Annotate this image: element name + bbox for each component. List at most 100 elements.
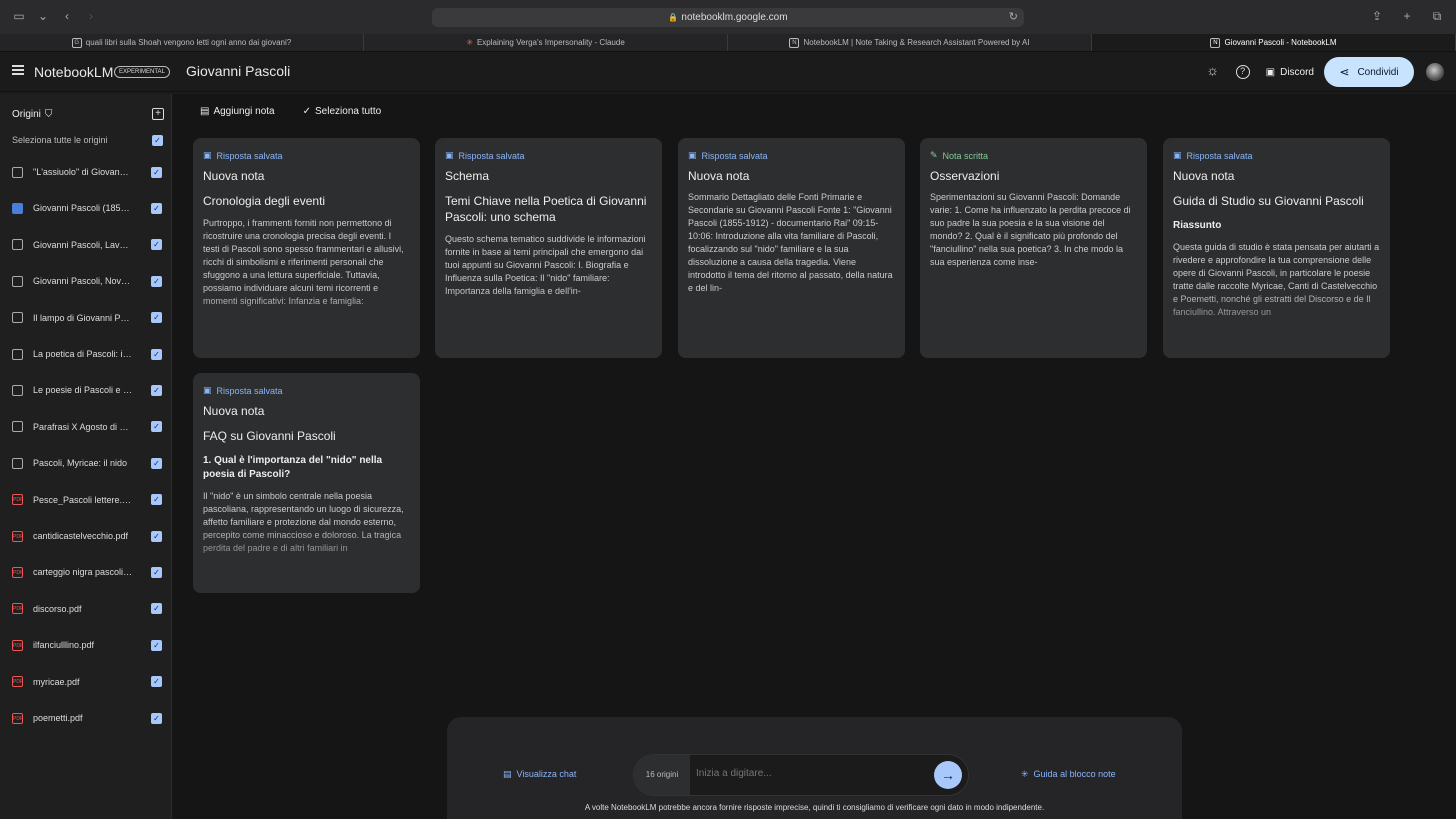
source-checkbox[interactable]: ✓ xyxy=(151,457,162,469)
note-title: Nuova nota xyxy=(203,169,265,183)
share-icon[interactable]: ⇪ xyxy=(1370,9,1384,23)
address-bar[interactable]: 🔒 notebooklm.google.com ↻ xyxy=(432,8,1024,27)
browser-tab[interactable]: ✳ Explaining Verga's Impersonality - Clau… xyxy=(364,34,728,51)
source-item[interactable]: PDF poemetti.pdf ✓ xyxy=(12,710,162,726)
note-card[interactable]: ▣ Risposta salvata Schema Temi Chiave nella… xyxy=(435,138,662,358)
source-item[interactable]: Pascoli, Myricae: il nido ✓ xyxy=(12,455,162,471)
browser-tab[interactable]: Gquali libri sulla Shoah vengono letti o… xyxy=(0,34,364,51)
reload-icon[interactable]: ↻ xyxy=(1009,8,1018,27)
sources-sidebar: Origini ⛉ + Seleziona tutte le origini ✓ … xyxy=(0,94,172,819)
note-card[interactable]: ▣ Risposta salvata Nuova nota FAQ su Giovan… xyxy=(193,373,420,593)
notebooklm-icon: N xyxy=(1210,37,1221,48)
chat-input-container: 16 origini → xyxy=(633,754,969,796)
source-checkbox[interactable]: ✓ xyxy=(151,712,162,724)
saved-response-icon: ▣ xyxy=(688,150,697,160)
menu-icon[interactable] xyxy=(12,65,24,75)
source-item[interactable]: Il lampo di Giovanni Pascoli ✓ xyxy=(12,310,162,326)
chat-panel: ▤ Visualizza chat 16 origini → ✳ Guida al … xyxy=(447,717,1182,819)
source-checkbox[interactable]: ✓ xyxy=(151,348,162,360)
forward-icon[interactable]: › xyxy=(84,9,98,23)
source-checkbox[interactable]: ✓ xyxy=(151,421,162,433)
saved-response-icon: ▣ xyxy=(203,150,212,160)
pdf-icon: PDF xyxy=(12,603,23,615)
note-card[interactable]: ▣ Risposta salvata Nuova nota Cronologia de… xyxy=(193,138,420,358)
browser-tabs: Gquali libri sulla Shoah vengono letti o… xyxy=(0,34,1456,52)
source-checkbox[interactable]: ✓ xyxy=(151,530,162,542)
add-note-button[interactable]: ▤ Aggiungi nota xyxy=(200,106,275,117)
note-card[interactable]: ▣ Risposta salvata Nuova nota Sommario Dett… xyxy=(678,138,905,358)
add-source-button[interactable]: + xyxy=(152,108,164,120)
send-button[interactable]: → xyxy=(934,761,962,789)
source-label: Il lampo di Giovanni Pascoli xyxy=(33,312,133,323)
notebook-guide-button[interactable]: ✳ Guida al blocco note xyxy=(1021,769,1116,780)
disclaimer-text: A volte NotebookLM potrebbe ancora forni… xyxy=(584,803,1045,812)
select-all-sources-checkbox[interactable]: ✓ xyxy=(152,135,163,146)
tabs-overview-icon[interactable]: ⧉ xyxy=(1430,9,1444,23)
share-button[interactable]: ⋖ Condividi xyxy=(1324,57,1414,87)
help-icon[interactable]: ? xyxy=(1235,65,1250,79)
source-label: poemetti.pdf xyxy=(33,713,83,723)
note-card[interactable]: ▣ Risposta salvata Nuova nota Guida di Stud… xyxy=(1163,138,1390,358)
source-item[interactable]: PDF discorso.pdf ✓ xyxy=(12,601,162,617)
saved-response-icon: ▣ xyxy=(445,150,454,160)
sidebar-toggle-icon[interactable]: ▭ xyxy=(12,9,26,23)
source-count-badge[interactable]: 16 origini xyxy=(634,755,690,795)
note-body: Sommario Dettagliato delle Fonti Primari… xyxy=(688,192,893,293)
source-item[interactable]: Giovanni Pascoli, Lavandare ✓ xyxy=(12,237,162,253)
note-fade xyxy=(920,288,1147,358)
browser-tab-active[interactable]: N Giovanni Pascoli - NotebookLM xyxy=(1092,34,1456,51)
source-checkbox[interactable]: ✓ xyxy=(151,239,162,251)
source-item[interactable]: La poetica di Pascoli: il fanciullino ✓ xyxy=(12,346,162,362)
source-item[interactable]: Parafrasi X Agosto di Pascoli ✓ xyxy=(12,419,162,435)
source-checkbox[interactable]: ✓ xyxy=(151,312,162,324)
select-all-notes-button[interactable]: ✓ Seleziona tutto xyxy=(303,106,382,117)
source-item[interactable]: Le poesie di Pascoli e i temi ✓ xyxy=(12,382,162,398)
source-item[interactable]: PDF carteggio nigra pascoli.pdf ✓ xyxy=(12,564,162,580)
avatar[interactable] xyxy=(1426,63,1444,81)
back-icon[interactable]: ‹ xyxy=(60,9,74,23)
source-item[interactable]: PDF Pesce_Pascoli lettere.pdf ✓ xyxy=(12,492,162,508)
notebooklm-icon: N xyxy=(789,37,800,48)
source-checkbox[interactable]: ✓ xyxy=(151,166,162,178)
source-checkbox[interactable]: ✓ xyxy=(151,384,162,396)
source-item[interactable]: Giovanni Pascoli (1855-1912) ✓ xyxy=(12,200,162,216)
pdf-icon: PDF xyxy=(12,530,23,542)
source-checkbox[interactable]: ✓ xyxy=(151,275,162,287)
source-item[interactable]: PDF cantidicastelvecchio.pdf ✓ xyxy=(12,528,162,544)
view-chat-button[interactable]: ▤ Visualizza chat xyxy=(503,769,576,780)
source-item[interactable]: PDF ilfanciulllino.pdf ✓ xyxy=(12,637,162,653)
source-checkbox[interactable]: ✓ xyxy=(151,603,162,615)
web-page-icon xyxy=(12,275,23,287)
note-tag-label: Risposta salvata xyxy=(1186,150,1253,161)
note-card[interactable]: ✎ Nota scritta Osservazioni Sperimentazioni… xyxy=(920,138,1147,358)
source-checkbox[interactable]: ✓ xyxy=(151,566,162,578)
discord-button[interactable]: ▣ Discord xyxy=(1266,67,1314,78)
experimental-badge: EXPERIMENTAL xyxy=(114,66,170,78)
tab-label: quali libri sulla Shoah vengono letti og… xyxy=(85,38,292,47)
note-tag-label: Risposta salvata xyxy=(216,385,283,396)
shield-icon[interactable]: ⛉ xyxy=(45,109,53,120)
source-label: Pesce_Pascoli lettere.pdf xyxy=(33,494,133,505)
source-checkbox[interactable]: ✓ xyxy=(151,676,162,688)
source-checkbox[interactable]: ✓ xyxy=(151,639,162,651)
source-checkbox[interactable]: ✓ xyxy=(151,494,162,506)
chat-input[interactable] xyxy=(696,768,916,779)
pdf-icon: PDF xyxy=(12,639,23,651)
theme-toggle-icon[interactable]: ☼ xyxy=(1206,63,1220,79)
sources-title: Origini xyxy=(12,109,41,120)
note-fade xyxy=(678,288,905,358)
browser-tab[interactable]: N NotebookLM | Note Taking & Research Ass… xyxy=(728,34,1092,51)
source-label: Giovanni Pascoli (1855-1912) xyxy=(33,203,133,214)
note-subheading: Riassunto xyxy=(1173,220,1222,231)
chevron-down-icon[interactable]: ⌄ xyxy=(36,9,50,23)
source-item[interactable]: PDF myricae.pdf ✓ xyxy=(12,674,162,690)
note-icon: ▤ xyxy=(200,106,210,117)
source-item[interactable]: Giovanni Pascoli, Novembre ✓ xyxy=(12,273,162,289)
notebook-title[interactable]: Giovanni Pascoli xyxy=(186,63,290,79)
source-label: Le poesie di Pascoli e i temi xyxy=(33,385,133,396)
note-title: Nuova nota xyxy=(688,169,750,183)
new-tab-icon[interactable]: + xyxy=(1400,9,1414,23)
source-checkbox[interactable]: ✓ xyxy=(151,202,162,214)
source-label: Giovanni Pascoli, Novembre xyxy=(33,276,133,287)
source-item[interactable]: "L'assiuolo" di Giovanni Pascoli ✓ xyxy=(12,164,162,180)
